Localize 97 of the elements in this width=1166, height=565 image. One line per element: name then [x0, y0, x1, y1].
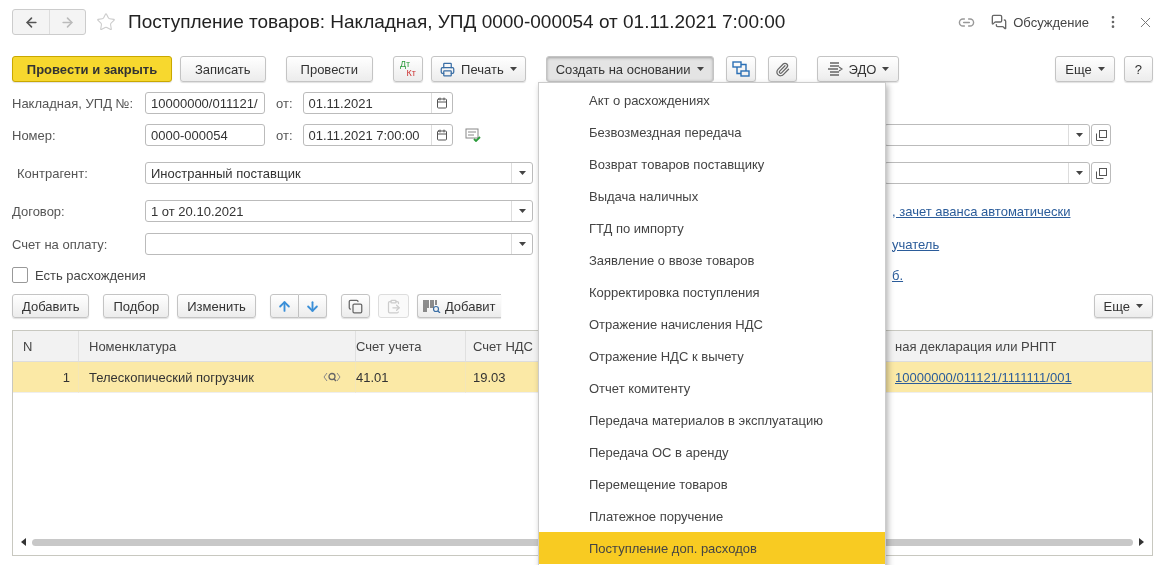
- attach-button[interactable]: [767, 56, 797, 82]
- menu-button[interactable]: Еще: [1055, 56, 1115, 82]
- scroll-right-icon[interactable]: [1139, 538, 1144, 546]
- window-title: Поступление товаров: Накладная, УПД 0000-000054 от 01.11.2021 7:00:00: [128, 11, 786, 33]
- menu-item[interactable]: Отражение НДС к вычету: [539, 340, 885, 372]
- move-down-button[interactable]: [298, 294, 327, 318]
- toolbar-button[interactable]: Провести: [285, 56, 374, 82]
- select-field[interactable]: [884, 124, 1090, 146]
- menu-item[interactable]: Выдача наличных: [539, 180, 885, 212]
- caret-icon: [696, 67, 704, 71]
- help-button[interactable]: ?: [1123, 56, 1153, 82]
- discussion-link[interactable]: Обсуждение: [991, 14, 1089, 30]
- date-field[interactable]: 01.11.2021: [302, 92, 453, 114]
- arrow-left-icon: [23, 14, 39, 30]
- toolbar-button[interactable]: Подбор: [103, 294, 170, 318]
- column-header[interactable]: Счет учета: [356, 331, 466, 362]
- menu-button[interactable]: Создать на основании: [545, 56, 714, 82]
- recipient-link[interactable]: учатель: [884, 236, 940, 252]
- checkbox[interactable]: [12, 267, 28, 283]
- table-cell: Телескопический погрузчик: [89, 369, 254, 385]
- post-and-close-button[interactable]: Провести и закрыть: [12, 56, 172, 82]
- caret-icon: [518, 242, 526, 246]
- caret-icon: [1075, 171, 1083, 175]
- caret-icon: [1097, 67, 1105, 71]
- select-field[interactable]: [145, 233, 533, 255]
- edo-button[interactable]: ЭДО: [816, 56, 900, 82]
- row-number-cell: 1: [13, 362, 79, 393]
- field-label: Номер:: [12, 127, 57, 143]
- date-field[interactable]: 01.11.2021 7:00:00: [302, 124, 453, 146]
- calendar-icon: [435, 97, 448, 109]
- printer-icon: [440, 61, 456, 77]
- settlement-link[interactable]: , зачет аванса автоматически: [884, 203, 1071, 219]
- paperclip-icon: [774, 61, 790, 77]
- settings-link[interactable]: б.: [884, 267, 904, 283]
- clipboard-icon: [385, 298, 401, 314]
- open-button[interactable]: [1091, 162, 1111, 184]
- document-check-icon[interactable]: [464, 128, 481, 142]
- structure-button[interactable]: [725, 56, 756, 82]
- move-up-button[interactable]: [269, 294, 299, 318]
- caret-icon: [518, 171, 526, 175]
- checkbox-label: Есть расхождения: [35, 267, 146, 283]
- column-header[interactable]: N: [13, 331, 79, 362]
- menu-item[interactable]: Перемещение товаров: [539, 468, 885, 500]
- scroll-left-icon[interactable]: [21, 538, 26, 546]
- open-icon: [1095, 129, 1107, 141]
- arrow-down-icon: [304, 298, 320, 314]
- postings-button[interactable]: Дт Кт: [393, 56, 424, 82]
- select-field[interactable]: Иностранный поставщик: [145, 162, 533, 184]
- input-field[interactable]: 10000000/011121/: [145, 92, 265, 114]
- select-field[interactable]: [884, 162, 1090, 184]
- menu-item[interactable]: Заявление о ввозе товаров: [539, 244, 885, 276]
- field-label: от:: [276, 95, 293, 111]
- toolbar-button[interactable]: Записать: [180, 56, 266, 82]
- calendar-icon: [435, 129, 448, 141]
- toolbar-button[interactable]: Добавить: [12, 294, 90, 318]
- menu-item[interactable]: Поступление доп. расходов: [539, 532, 885, 564]
- menu-item[interactable]: ГТД по импорту: [539, 212, 885, 244]
- toolbar-button[interactable]: Изменить: [177, 294, 256, 318]
- caret-icon: [509, 67, 517, 71]
- caret-icon: [1075, 133, 1083, 137]
- barcode-icon: [422, 299, 441, 313]
- field-label: Договор:: [12, 203, 66, 219]
- document-exchange-icon: [826, 62, 843, 76]
- column-header[interactable]: Номенклатура: [79, 331, 356, 362]
- copy-button[interactable]: [340, 294, 370, 318]
- menu-item[interactable]: Акт о расхождениях: [539, 84, 885, 116]
- table-cell: 19.03: [473, 369, 506, 385]
- menu-item[interactable]: Корректировка поступления: [539, 276, 885, 308]
- column-header[interactable]: Счет НДС: [466, 331, 539, 362]
- menu-item[interactable]: Отражение начисления НДС: [539, 308, 885, 340]
- field-label: Счет на оплату:: [12, 236, 109, 252]
- hierarchy-icon: [731, 61, 750, 77]
- caret-icon: [518, 209, 526, 213]
- menu-button[interactable]: Еще: [1093, 294, 1153, 318]
- chat-icon: [991, 14, 1008, 30]
- menu-item[interactable]: Платежное поручение: [539, 500, 885, 532]
- select-field[interactable]: 1 от 20.10.2021: [145, 200, 533, 222]
- field-label: от:: [276, 127, 293, 143]
- field-label: Накладная, УПД №:: [12, 95, 135, 111]
- star-icon[interactable]: [96, 12, 116, 32]
- menu-item[interactable]: Передача материалов в эксплуатацию: [539, 404, 885, 436]
- column-header[interactable]: ная декларация или РНПТ: [885, 331, 1152, 362]
- menu-item[interactable]: Отчет комитенту: [539, 372, 885, 404]
- menu-item[interactable]: Передача ОС в аренду: [539, 436, 885, 468]
- field-label: Контрагент:: [16, 165, 89, 181]
- menu-item[interactable]: Возврат товаров поставщику: [539, 148, 885, 180]
- search-icon[interactable]: [323, 371, 341, 383]
- barcode-add-button[interactable]: Добавит: [416, 294, 501, 318]
- open-button[interactable]: [1091, 124, 1111, 146]
- input-field[interactable]: 0000-000054: [145, 124, 265, 146]
- open-icon: [1095, 167, 1107, 179]
- copy-icon: [347, 298, 363, 314]
- table-cell: 41.01: [356, 369, 389, 385]
- menu-item[interactable]: Безвозмездная передача: [539, 116, 885, 148]
- caret-icon: [1136, 304, 1143, 308]
- caret-icon: [882, 67, 890, 71]
- print-button[interactable]: Печать: [431, 56, 526, 82]
